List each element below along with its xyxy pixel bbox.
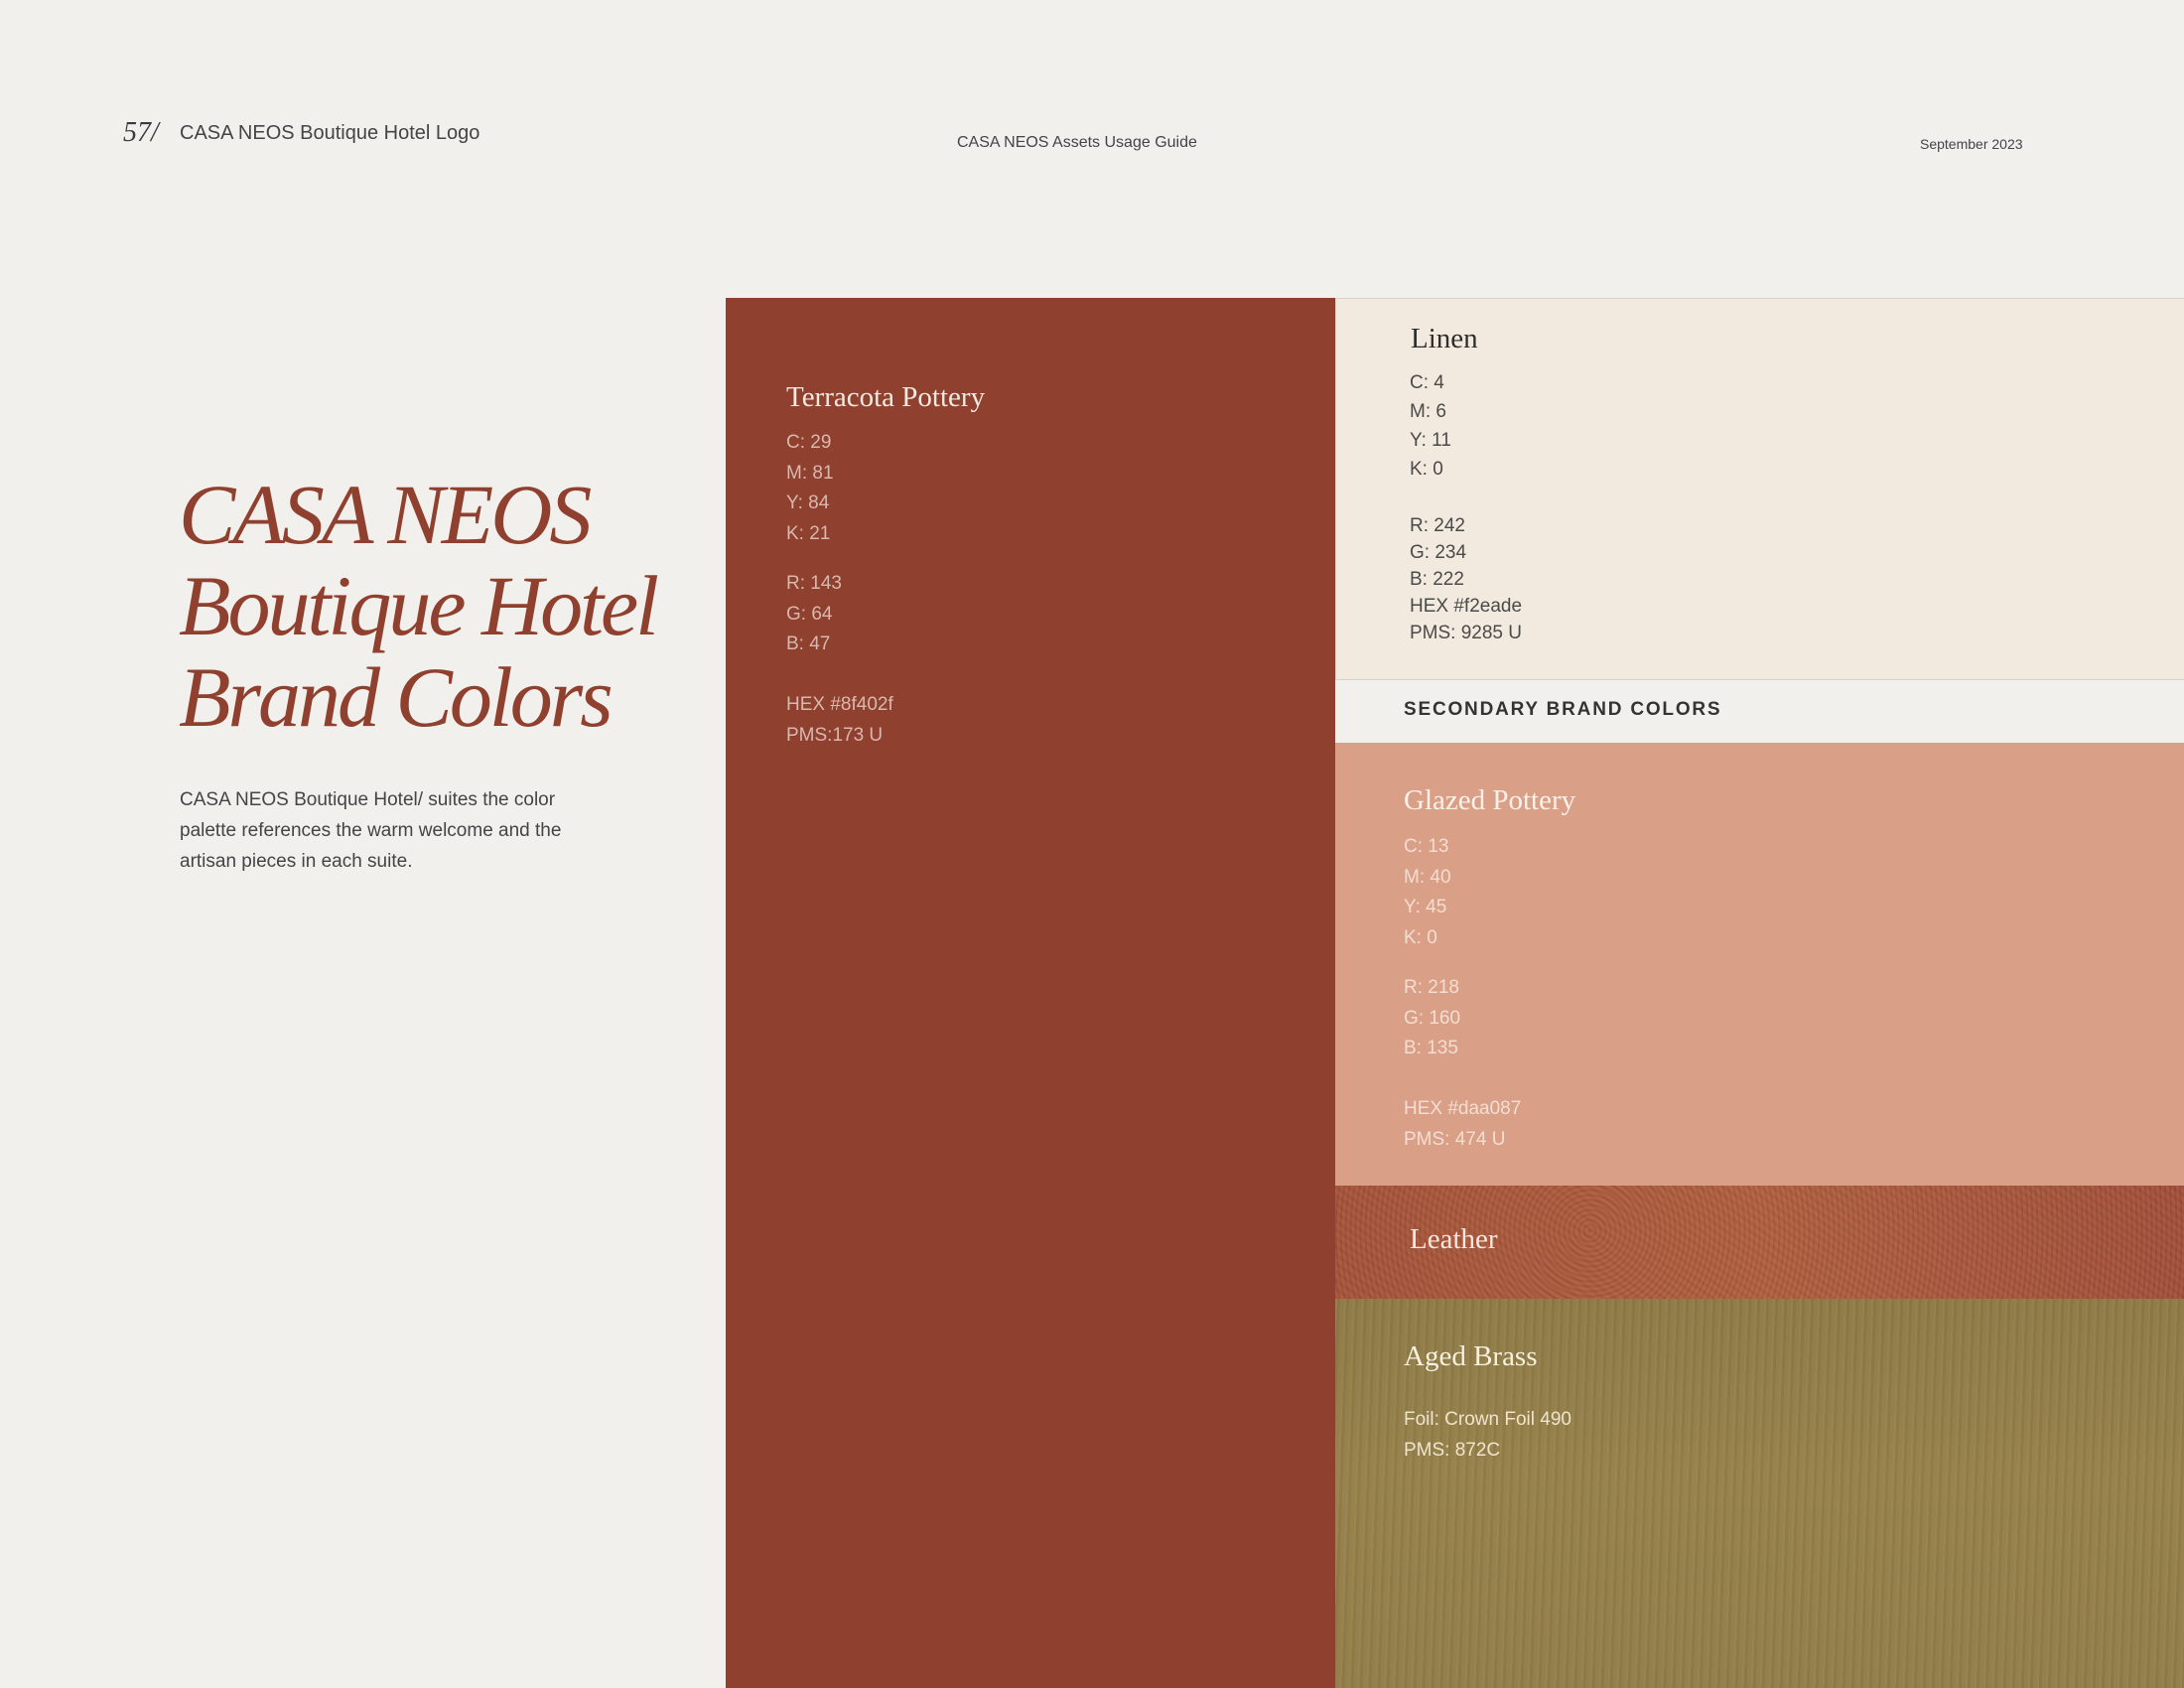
cmyk-m: M: 6: [1410, 401, 1446, 422]
swatch-glazed-pottery: Glazed Pottery C: 13 M: 40 Y: 45 K: 0 R:…: [1335, 743, 2184, 1186]
swatch-name: Aged Brass: [1404, 1340, 1538, 1372]
guide-title: CASA NEOS Assets Usage Guide: [957, 134, 1197, 151]
foil-value: Foil: Crown Foil 490: [1404, 1409, 1571, 1430]
cmyk-y: Y: 11: [1410, 430, 1451, 451]
hex-value: HEX #daa087: [1404, 1098, 1522, 1119]
rgb-g: G: 160: [1404, 1007, 1461, 1029]
header-date: September 2023: [1920, 136, 2023, 152]
cmyk-m: M: 81: [786, 462, 834, 484]
swatch-name: Linen: [1411, 323, 1478, 354]
pms-value: PMS: 872C: [1404, 1439, 1501, 1461]
rgb-b: B: 222: [1410, 569, 1464, 590]
rgb-r: R: 242: [1410, 515, 1465, 536]
section-title: CASA NEOS Boutique Hotel Logo: [180, 122, 480, 144]
page-number: 57/: [123, 117, 159, 148]
rgb-hex-pms-values: R: 242 G: 234 B: 222 HEX #f2eade PMS: 92…: [1410, 512, 1522, 646]
cmyk-k: K: 0: [1404, 926, 1437, 948]
hex-pms-values: HEX #8f402f PMS:173 U: [786, 690, 893, 751]
cmyk-c: C: 4: [1410, 372, 1444, 393]
rgb-b: B: 135: [1404, 1038, 1458, 1058]
cmyk-k: K: 21: [786, 522, 831, 544]
cmyk-k: K: 0: [1410, 459, 1443, 480]
cmyk-y: Y: 84: [786, 492, 830, 513]
cmyk-values: C: 29 M: 81 Y: 84 K: 21: [786, 428, 834, 549]
rgb-r: R: 143: [786, 573, 842, 594]
page-heading: CASA NEOS Boutique Hotel Brand Colors: [179, 469, 735, 743]
heading-line-2: Boutique Hotel: [179, 558, 659, 653]
rgb-values: R: 143 G: 64 B: 47: [786, 569, 842, 660]
swatch-terracotta-pottery: Terracota Pottery C: 29 M: 81 Y: 84 K: 2…: [726, 298, 1335, 1688]
swatch-name: Glazed Pottery: [1404, 784, 1576, 816]
cmyk-values: C: 13 M: 40 Y: 45 K: 0: [1404, 832, 1451, 953]
cmyk-c: C: 29: [786, 432, 832, 453]
hex-value: HEX #f2eade: [1410, 596, 1523, 617]
swatch-name: Terracota Pottery: [786, 381, 986, 413]
swatch-leather: Leather: [1335, 1186, 2184, 1299]
swatch-aged-brass: Aged Brass Foil: Crown Foil 490 PMS: 872…: [1335, 1299, 2184, 1688]
heading-line-1: CASA NEOS: [179, 467, 592, 562]
rgb-r: R: 218: [1404, 977, 1459, 998]
rgb-b: B: 47: [786, 633, 831, 654]
hex-value: HEX #8f402f: [786, 694, 893, 715]
cmyk-values: C: 4 M: 6 Y: 11 K: 0: [1410, 368, 1451, 484]
rgb-g: G: 234: [1410, 542, 1467, 563]
hex-pms-values: HEX #daa087 PMS: 474 U: [1404, 1094, 1521, 1155]
rgb-values: R: 218 G: 160 B: 135: [1404, 973, 1460, 1064]
secondary-colors-label: SECONDARY BRAND COLORS: [1404, 699, 1722, 720]
cmyk-c: C: 13: [1404, 836, 1449, 857]
swatch-name: Leather: [1410, 1223, 1498, 1255]
pms-value: PMS: 9285 U: [1410, 623, 1522, 643]
rgb-g: G: 64: [786, 603, 833, 625]
swatch-linen: Linen C: 4 M: 6 Y: 11 K: 0 R: 242 G: 234…: [1335, 298, 2184, 680]
cmyk-y: Y: 45: [1404, 897, 1447, 917]
cmyk-m: M: 40: [1404, 866, 1451, 888]
pms-value: PMS:173 U: [786, 724, 884, 746]
foil-pms-values: Foil: Crown Foil 490 PMS: 872C: [1404, 1405, 1571, 1466]
pms-value: PMS: 474 U: [1404, 1128, 1506, 1150]
heading-line-3: Brand Colors: [179, 649, 614, 745]
intro-description: CASA NEOS Boutique Hotel/ suites the col…: [180, 789, 562, 872]
